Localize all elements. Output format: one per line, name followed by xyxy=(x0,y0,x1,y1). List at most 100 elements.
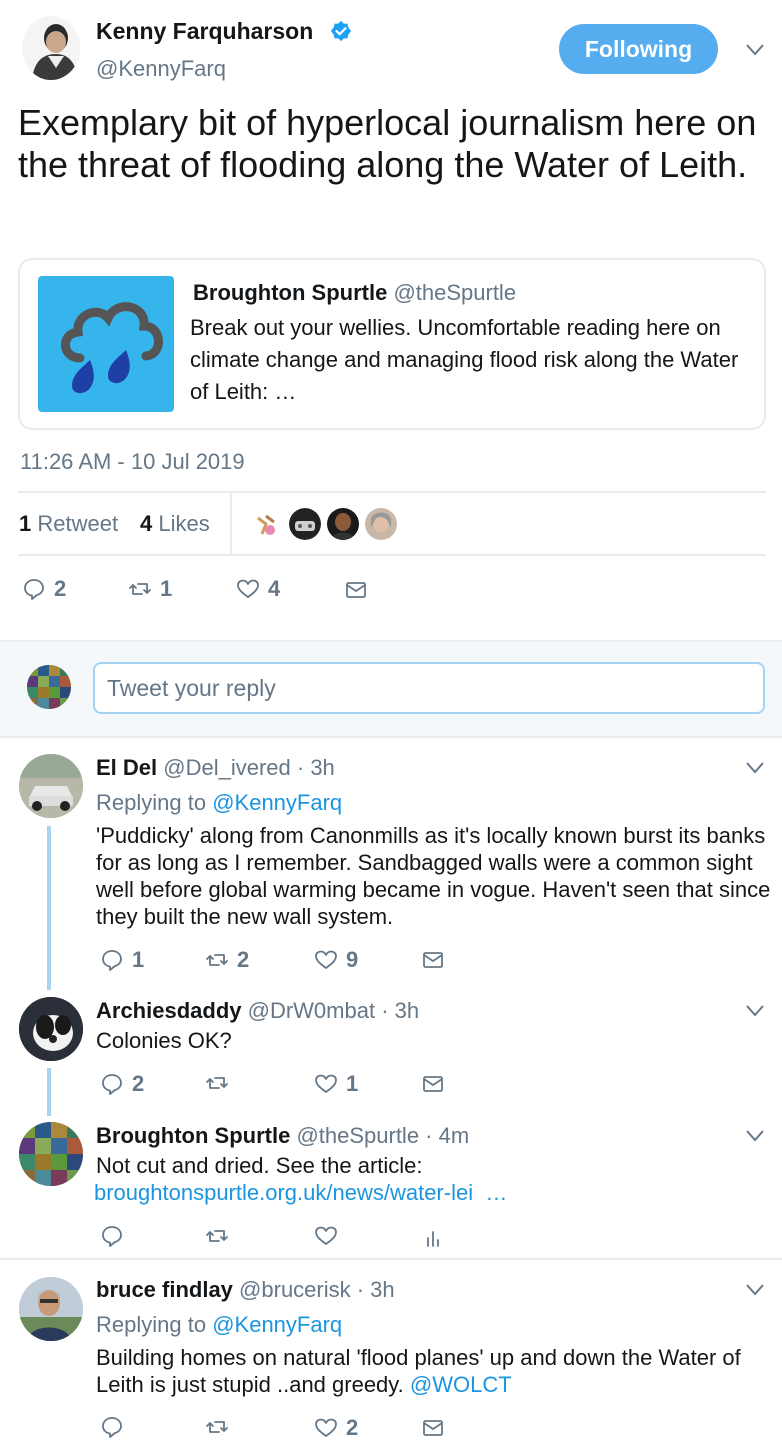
mention-link[interactable]: @WOLCT xyxy=(410,1372,512,1397)
like-icon xyxy=(237,579,259,598)
reply-header[interactable]: El Del @Del_ivered · 3h xyxy=(96,755,335,781)
quoted-name[interactable]: Broughton Spurtle xyxy=(193,280,387,305)
reply-icon xyxy=(24,579,44,600)
article-link[interactable]: broughtonspurtle.org.uk/news/water-lei … xyxy=(94,1180,507,1206)
replying-to: Replying to @KennyFarq xyxy=(96,1312,342,1338)
message-icon xyxy=(346,582,366,598)
reply-author-handle[interactable]: @theSpurtle · 4m xyxy=(296,1123,469,1148)
liker-avatar[interactable] xyxy=(289,508,321,540)
reply-text: Building homes on natural 'flood planes'… xyxy=(96,1344,776,1398)
reply-author-name[interactable]: Archiesdaddy xyxy=(96,998,242,1023)
reply-icon xyxy=(102,950,122,971)
following-button[interactable]: Following xyxy=(559,24,718,74)
retweets-stat[interactable]: 1 Retweet xyxy=(19,511,118,537)
like-icon xyxy=(315,1226,337,1245)
reply-button[interactable] xyxy=(100,1415,132,1439)
reply-author-name[interactable]: El Del xyxy=(96,755,157,780)
chevron-down-icon[interactable] xyxy=(746,1130,764,1142)
reply-author-name[interactable]: bruce findlay xyxy=(96,1277,233,1302)
reply-icon xyxy=(102,1226,122,1247)
like-button[interactable]: 9 xyxy=(314,947,358,973)
message-icon xyxy=(423,1076,443,1092)
reply-text: Not cut and dried. See the article: xyxy=(96,1153,423,1178)
reply-avatar[interactable] xyxy=(19,754,83,818)
like-icon xyxy=(315,1074,337,1093)
reply-input[interactable]: Tweet your reply xyxy=(93,662,765,714)
reply-avatar[interactable] xyxy=(19,1122,83,1186)
likes-stat[interactable]: 4 Likes xyxy=(140,511,210,537)
retweet-button[interactable] xyxy=(205,1224,237,1248)
like-count: 2 xyxy=(346,1415,359,1440)
thread-line xyxy=(47,1068,51,1116)
like-icon xyxy=(315,950,337,969)
like-button[interactable] xyxy=(314,1224,346,1248)
reply-author-handle[interactable]: @DrW0mbat · 3h xyxy=(248,998,419,1023)
reply-author-handle[interactable]: @Del_ivered · 3h xyxy=(163,755,335,780)
verified-icon xyxy=(330,20,352,42)
message-button[interactable] xyxy=(421,948,453,972)
reply-count: 2 xyxy=(132,1071,145,1096)
analytics-button[interactable] xyxy=(421,1226,453,1250)
replying-to-link[interactable]: @KennyFarq xyxy=(212,1312,342,1337)
message-icon xyxy=(423,952,443,968)
replying-to: Replying to @KennyFarq xyxy=(96,790,342,816)
message-button[interactable] xyxy=(344,578,376,602)
retweet-button[interactable]: 2 xyxy=(205,947,249,973)
user-avatar[interactable] xyxy=(27,665,71,709)
chevron-down-icon[interactable] xyxy=(746,762,764,774)
reply-header[interactable]: bruce findlay @brucerisk · 3h xyxy=(96,1277,395,1303)
retweet-icon xyxy=(206,954,228,966)
reply-text: Colonies OK? xyxy=(96,1028,232,1053)
divider xyxy=(18,491,766,493)
like-button[interactable]: 4 xyxy=(236,576,280,602)
tweet-text: Exemplary bit of hyperlocal journalism h… xyxy=(18,102,757,185)
reply-avatar[interactable] xyxy=(19,1277,83,1341)
reply-header[interactable]: Archiesdaddy @DrW0mbat · 3h xyxy=(96,998,419,1024)
author-avatar[interactable] xyxy=(22,16,80,80)
chevron-down-icon[interactable] xyxy=(746,1284,764,1296)
quoted-handle[interactable]: @theSpurtle xyxy=(393,280,516,305)
retweet-button[interactable]: 1 xyxy=(128,576,172,602)
message-button[interactable] xyxy=(421,1416,453,1440)
reply-count: 2 xyxy=(54,576,67,601)
reply-button[interactable] xyxy=(100,1224,132,1248)
chevron-down-icon[interactable] xyxy=(746,1005,764,1017)
reply-button[interactable]: 2 xyxy=(100,1071,144,1097)
replying-to-link[interactable]: @KennyFarq xyxy=(212,790,342,815)
retweet-label: Retweet xyxy=(37,511,119,536)
author-handle[interactable]: @KennyFarq xyxy=(96,56,226,82)
liker-avatar[interactable] xyxy=(252,508,284,540)
quoted-text: Break out your wellies. Uncomfortable re… xyxy=(190,315,739,404)
liker-avatar[interactable] xyxy=(365,508,397,540)
reply-avatar[interactable] xyxy=(19,997,83,1061)
retweet-button[interactable] xyxy=(205,1415,237,1439)
message-button[interactable] xyxy=(421,1072,453,1096)
thread-line xyxy=(47,826,51,990)
reply-count: 1 xyxy=(132,947,145,972)
like-button[interactable]: 2 xyxy=(314,1415,358,1441)
reply-header[interactable]: Broughton Spurtle @theSpurtle · 4m xyxy=(96,1123,469,1149)
retweet-button[interactable] xyxy=(205,1071,237,1095)
retweet-icon xyxy=(206,1421,228,1433)
reply-icon xyxy=(102,1417,122,1438)
retweet-count: 1 xyxy=(160,576,173,601)
reply-icon xyxy=(102,1074,122,1095)
like-count: 1 xyxy=(346,1071,359,1096)
reply-author-name[interactable]: Broughton Spurtle xyxy=(96,1123,290,1148)
divider xyxy=(0,1258,782,1260)
like-count: 4 xyxy=(140,511,153,536)
liker-avatar[interactable] xyxy=(327,508,359,540)
reply-button[interactable]: 1 xyxy=(100,947,144,973)
chevron-down-icon[interactable] xyxy=(746,44,764,56)
reply-button[interactable]: 2 xyxy=(22,576,66,602)
timestamp[interactable]: 11:26 AM - 10 Jul 2019 xyxy=(20,449,245,475)
like-label: Likes xyxy=(158,511,210,536)
reply-author-handle[interactable]: @brucerisk · 3h xyxy=(239,1277,395,1302)
like-button[interactable]: 1 xyxy=(314,1071,358,1097)
author-name[interactable]: Kenny Farquharson xyxy=(96,18,313,45)
quoted-author[interactable]: Broughton Spurtle @theSpurtle xyxy=(193,280,516,306)
retweet-count: 2 xyxy=(237,947,250,972)
retweet-count: 1 xyxy=(19,511,32,536)
rain-cloud-icon xyxy=(38,276,174,412)
retweet-icon xyxy=(206,1230,228,1242)
